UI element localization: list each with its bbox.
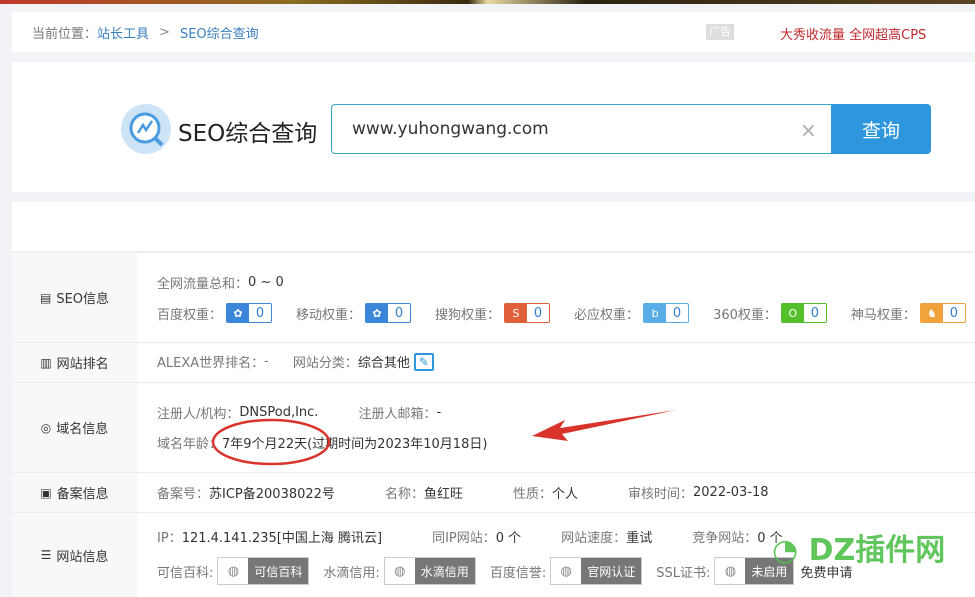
seo-logo-icon	[121, 104, 171, 154]
speed-retry-link[interactable]: 重试	[626, 527, 652, 546]
cert-icon: ◍	[560, 563, 572, 579]
email-value: -	[436, 405, 442, 420]
same-ip-value[interactable]: 0 个	[496, 527, 521, 546]
row-seo: ▤ SEO信息 全网流量总和： 0 ~ 0 百度权重： ✿ 0 移动权重： ✿ 0 搜狗权重： S…	[12, 252, 975, 342]
row-label: 网站排名	[56, 357, 109, 372]
speed-label: 网站速度：	[561, 531, 627, 546]
weight-label: 搜狗权重：	[435, 307, 501, 323]
shenma-icon: ♞	[920, 304, 943, 322]
ad-tag: 广告	[706, 24, 734, 40]
clear-icon[interactable]: ×	[800, 118, 817, 142]
bar-chart-icon: ▥	[40, 355, 52, 370]
category-label: 网站分类：	[292, 356, 358, 371]
sogou-icon: S	[505, 304, 528, 322]
cert-badge[interactable]: ◍ 官网认证	[550, 557, 643, 585]
icp-name-value: 鱼红旺	[423, 487, 463, 502]
cert-icon: ◍	[724, 563, 737, 579]
cert-label: SSL证书:	[656, 565, 711, 581]
traffic-value: 0 ~ 0	[248, 275, 284, 290]
cert-badge[interactable]: ◍ 水滴信用	[383, 557, 476, 585]
cert-label: 水滴信用:	[323, 565, 380, 581]
row-label: 域名信息	[56, 422, 109, 437]
weight-badge[interactable]: S0	[504, 303, 551, 323]
weight-label: 神马权重：	[850, 307, 916, 323]
cert-badge[interactable]: ◍ 可信百科	[217, 557, 310, 585]
icp-type-label: 性质：	[512, 487, 552, 502]
cert-icon: ◍	[227, 563, 240, 579]
paw-icon: ✿	[366, 304, 389, 322]
expire-value: (过期时间为2023年10月18日)	[307, 437, 488, 452]
cert-text: 可信百科	[248, 558, 309, 584]
icp-no-label: 备案号：	[157, 487, 210, 502]
category-value: 综合其他	[357, 356, 410, 371]
icp-no-value: 苏ICP备20038022号	[209, 487, 335, 502]
registrant-value: DNSPod,Inc.	[239, 405, 319, 420]
record-icon: ▣	[40, 485, 52, 500]
ip-value: 121.4.141.235[中国上海 腾讯云]	[181, 531, 383, 546]
ad-link[interactable]: 大秀收流量 全网超高CPS	[780, 24, 926, 43]
alexa-label: ALEXA世界排名：	[157, 356, 265, 371]
row-domain: ◎ 域名信息 注册人/机构： DNSPod,Inc. 注册人邮箱： - 域名年龄： 7年9…	[12, 382, 975, 472]
icp-date-value: 2022-03-18	[693, 485, 769, 500]
breadcrumb-label: 当前位置：	[32, 26, 98, 42]
icp-name-label: 名称：	[384, 487, 424, 502]
weight-badge[interactable]: ✿ 0	[365, 303, 412, 323]
weight-value: 0	[672, 305, 682, 321]
360-icon: O	[781, 304, 804, 322]
cert-label: 百度信誉:	[489, 565, 547, 581]
breadcrumb-link-tools[interactable]: 站长工具	[97, 23, 149, 42]
weight-value: 0	[255, 305, 265, 321]
bing-icon: b	[644, 304, 667, 322]
cert-icon: ◍	[394, 563, 406, 579]
blank-panel	[12, 202, 975, 251]
row-icp: ▣ 备案信息 备案号： 苏ICP备20038022号 名称： 鱼红旺 性质： 个人 审核时间：…	[12, 472, 975, 512]
competitor-label: 竞争网站：	[692, 531, 758, 546]
weight-value: 0	[810, 305, 820, 321]
cert-text: 官网认证	[581, 558, 642, 584]
weight-label: 百度权重：	[157, 307, 223, 323]
alexa-value: -	[264, 354, 269, 369]
weight-label: 必应权重：	[574, 307, 640, 323]
www-icon: ◎	[40, 420, 52, 435]
weight-badge[interactable]: ✿ 0	[226, 303, 273, 323]
row-rank: ▥ 网站排名 ALEXA世界排名： - 网站分类： 综合其他 ✎	[12, 342, 975, 382]
registrant-label: 注册人/机构：	[157, 407, 240, 422]
age-label: 域名年龄：	[157, 437, 223, 452]
icp-type-value: 个人	[551, 487, 578, 502]
row-label: 网站信息	[56, 549, 109, 565]
weight-label: 360权重：	[713, 307, 777, 323]
search-panel: SEO综合查询 × 查询	[12, 62, 975, 192]
cert-text: 水滴信用	[414, 558, 475, 584]
edit-icon[interactable]: ✎	[413, 352, 434, 371]
traffic-label: 全网流量总和：	[157, 277, 249, 292]
breadcrumb-link-seo[interactable]: SEO综合查询	[180, 23, 259, 42]
icp-date-label: 审核时间：	[628, 487, 694, 502]
weight-value: 0	[949, 305, 959, 321]
search-button[interactable]: 查询	[831, 104, 931, 154]
row-label: SEO信息	[56, 292, 110, 307]
email-label: 注册人邮箱：	[358, 407, 437, 422]
document-icon: ▤	[39, 290, 52, 305]
list-icon: ☰	[40, 548, 52, 562]
age-value: 7年9个月22天	[222, 437, 308, 452]
search-input[interactable]	[331, 104, 831, 154]
weight-value: 0	[394, 305, 404, 321]
breadcrumb-separator: >	[159, 24, 170, 40]
weight-badge[interactable]: O0	[780, 303, 827, 323]
row-label: 备案信息	[56, 487, 109, 502]
breadcrumb: 当前位置： 站长工具 > SEO综合查询 广告 大秀收流量 全网超高CPS	[12, 12, 975, 52]
weight-badge[interactable]: ♞ 0	[919, 303, 966, 323]
weight-badge[interactable]: b0	[643, 303, 690, 323]
watermark-logo: ◔ DZ插件网	[772, 533, 946, 568]
ip-label: IP：	[157, 531, 182, 546]
cert-label: 可信百科:	[157, 565, 214, 581]
weight-value: 0	[533, 305, 543, 321]
top-banner[interactable]	[0, 0, 975, 4]
paw-icon: ✿	[227, 304, 250, 322]
same-ip-label: 同IP网站：	[432, 531, 496, 546]
search-title: SEO综合查询	[178, 121, 318, 147]
weight-label: 移动权重：	[296, 307, 362, 323]
